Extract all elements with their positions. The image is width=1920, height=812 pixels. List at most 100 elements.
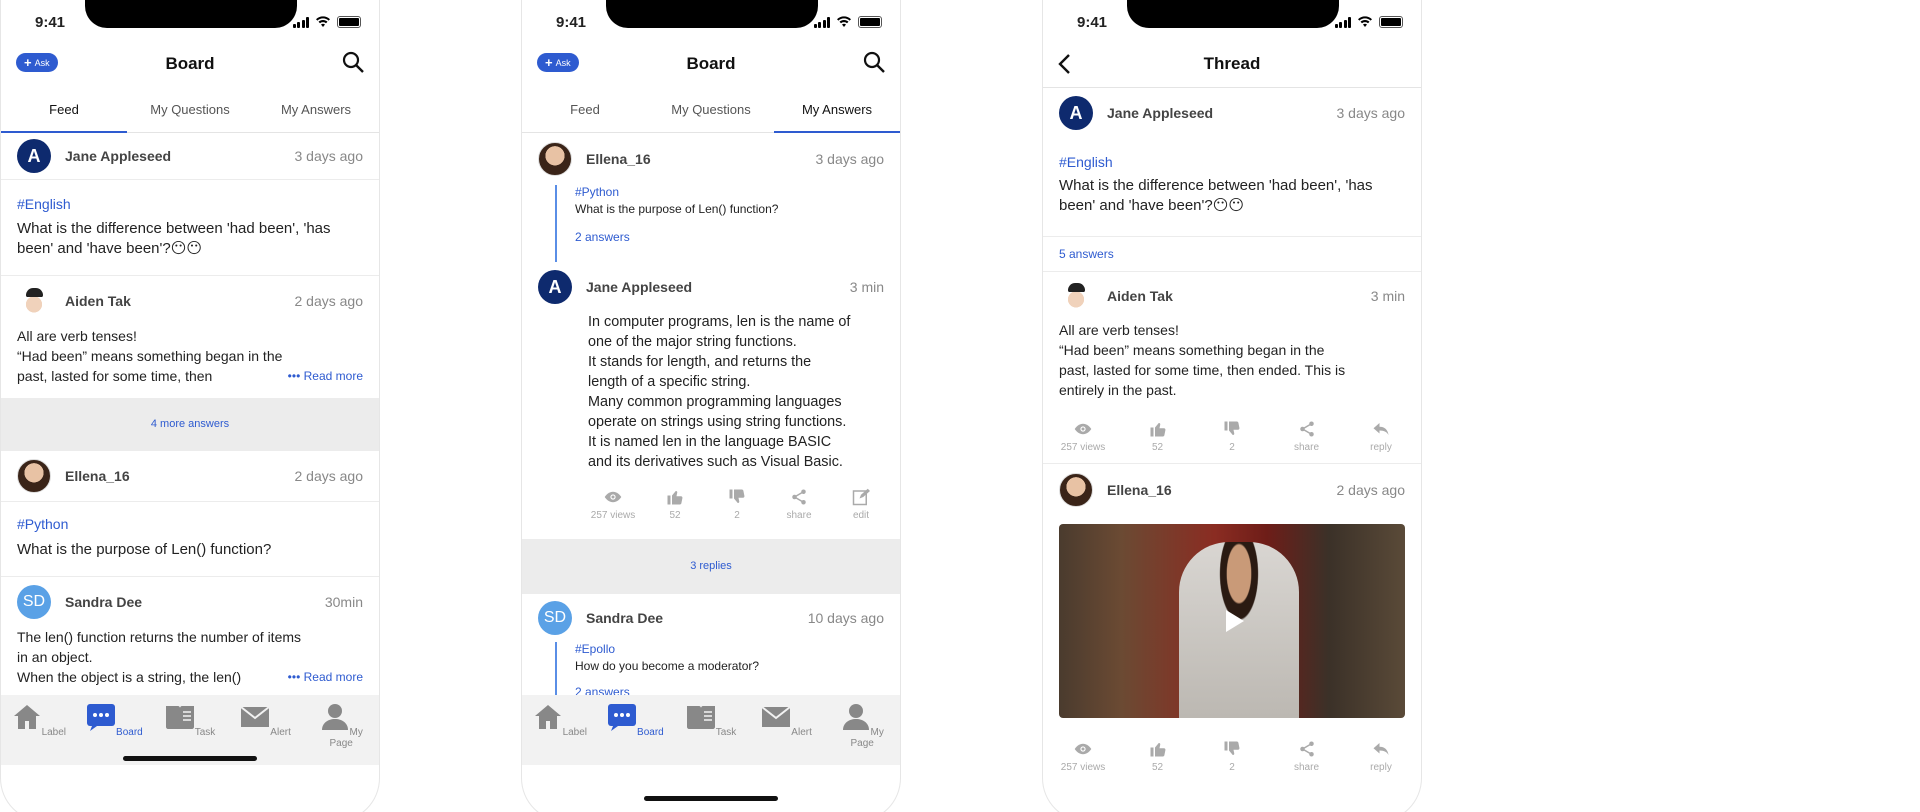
dislike-button[interactable]: 2 — [706, 488, 768, 521]
tab-my-answers[interactable]: My Answers — [253, 87, 379, 132]
read-more-link[interactable]: ••• Read more — [288, 667, 363, 687]
answers-count-link[interactable]: 2 answers — [575, 230, 900, 262]
avatar — [538, 142, 572, 176]
answer-header[interactable]: SD Sandra Dee 30min — [1, 577, 379, 627]
status-time: 9:41 — [35, 14, 66, 31]
device-notch — [85, 0, 297, 28]
like-button[interactable]: 52 — [1126, 740, 1190, 773]
question-text[interactable]: What is the purpose of Len() function? — [1, 540, 379, 560]
tab-my-answers[interactable]: My Answers — [774, 87, 900, 133]
answer-header[interactable]: Aiden Tak 2 days ago — [1, 276, 379, 326]
reply-button[interactable]: reply — [1349, 740, 1413, 773]
post-time: 3 days ago — [815, 151, 885, 167]
tab-bar: Feed My Questions My Answers — [522, 87, 900, 133]
answer-text[interactable]: All are verb tenses! “Had been” means so… — [1, 326, 379, 386]
answer-header[interactable]: A Jane Appleseed 3 min — [522, 262, 900, 312]
my-answers-list[interactable]: Ellena_16 3 days ago #Python What is the… — [522, 133, 900, 741]
avatar — [1059, 473, 1093, 507]
chat-bubble-icon — [86, 703, 116, 731]
share-button[interactable]: share — [1275, 740, 1339, 773]
user-name: Sandra Dee — [586, 610, 664, 626]
avatar: SD — [538, 601, 572, 635]
edit-button[interactable]: edit — [830, 488, 892, 521]
post-header[interactable]: A Jane Appleseed 3 days ago — [1043, 88, 1421, 138]
avatar — [1059, 279, 1093, 313]
battery-icon — [1379, 16, 1403, 28]
post-time: 10 days ago — [807, 610, 884, 626]
answer-text[interactable]: In computer programs, len is the name of… — [522, 312, 900, 472]
search-icon[interactable] — [862, 50, 886, 74]
nav-label[interactable]: Label — [9, 703, 69, 765]
post-tag[interactable]: #Python — [1, 516, 379, 532]
feed-list[interactable]: A Jane Appleseed 3 days ago #English Wha… — [1, 133, 379, 741]
answer-text[interactable]: The len() function returns the number of… — [1, 627, 379, 687]
user-name: Jane Appleseed — [65, 148, 172, 164]
nav-my-page[interactable]: My Page — [832, 703, 892, 765]
dislike-button[interactable]: 2 — [1200, 420, 1264, 453]
like-button[interactable]: 52 — [644, 488, 706, 521]
replies-button[interactable]: 3 replies — [522, 539, 900, 593]
share-button[interactable]: share — [1275, 420, 1339, 453]
dislike-button[interactable]: 2 — [1200, 740, 1264, 773]
reply-button[interactable]: reply — [1349, 420, 1413, 453]
search-icon[interactable] — [341, 50, 365, 74]
share-button[interactable]: share — [768, 488, 830, 521]
user-name: Sandra Dee — [65, 594, 143, 610]
nav-task[interactable]: Task — [681, 703, 741, 765]
home-indicator — [644, 796, 778, 801]
video-player[interactable] — [1059, 524, 1405, 718]
post-tag[interactable]: #Python — [575, 185, 900, 199]
post-header[interactable]: A Jane Appleseed 3 days ago — [1, 133, 379, 179]
like-button[interactable]: 52 — [1126, 420, 1190, 453]
answers-count-link[interactable]: 5 answers — [1043, 237, 1421, 271]
thread-content[interactable]: A Jane Appleseed 3 days ago #English Wha… — [1043, 88, 1421, 812]
app-header: Thread — [1043, 46, 1421, 88]
answer-time: 3 min — [849, 279, 884, 295]
views-counter[interactable]: 257 views — [1051, 740, 1115, 773]
answer-header[interactable]: Aiden Tak 3 min — [1043, 272, 1421, 320]
question-quote[interactable]: #Epollo How do you become a moderator? 2… — [555, 642, 900, 699]
eye-icon — [1073, 740, 1093, 758]
avatar — [17, 459, 51, 493]
bottom-nav: Label Board Task Alert My Page — [522, 695, 900, 765]
tab-feed[interactable]: Feed — [1, 87, 127, 133]
tab-my-questions[interactable]: My Questions — [127, 87, 253, 132]
post-header[interactable]: Ellena_16 2 days ago — [1, 451, 379, 501]
post-time: 3 days ago — [1336, 105, 1406, 121]
chat-bubble-icon — [607, 703, 637, 731]
thumbs-down-icon — [1222, 420, 1242, 438]
signal-icon — [1334, 16, 1351, 28]
nav-my-page[interactable]: My Page — [311, 703, 371, 765]
answer-time: 2 days ago — [1336, 482, 1406, 498]
user-name: Ellena_16 — [586, 151, 651, 167]
page-title: Board — [165, 54, 215, 73]
read-more-link[interactable]: ••• Read more — [288, 366, 363, 386]
play-icon[interactable] — [1226, 610, 1244, 632]
question-text[interactable]: What is the difference between 'had been… — [1, 219, 379, 259]
nav-label[interactable]: Label — [530, 703, 590, 765]
post-tag[interactable]: #Epollo — [575, 642, 900, 656]
post-tag[interactable]: #English — [1043, 154, 1421, 170]
views-counter[interactable]: 257 views — [1051, 420, 1115, 453]
device-notch — [606, 0, 818, 28]
answer-time: 3 min — [1370, 288, 1405, 304]
question-quote[interactable]: #Python What is the purpose of Len() fun… — [555, 185, 900, 262]
post-tag[interactable]: #English — [1, 196, 379, 212]
tab-my-questions[interactable]: My Questions — [648, 87, 774, 132]
answer-header[interactable]: Ellena_16 2 days ago — [1043, 464, 1421, 516]
thumbs-up-icon — [1148, 420, 1168, 438]
post-header[interactable]: SD Sandra Dee 10 days ago — [522, 594, 900, 642]
share-icon — [1297, 740, 1317, 758]
nav-board[interactable]: Board — [605, 703, 665, 765]
book-icon — [165, 703, 195, 731]
battery-icon — [337, 16, 361, 28]
tab-feed[interactable]: Feed — [522, 87, 648, 132]
views-counter[interactable]: 257 views — [582, 488, 644, 521]
more-answers-button[interactable]: 4 more answers — [1, 398, 379, 450]
share-icon — [789, 488, 809, 506]
thumbs-up-icon — [1148, 740, 1168, 758]
nav-alert[interactable]: Alert — [757, 703, 817, 765]
question-text: How do you become a moderator? — [575, 659, 760, 673]
phone-board-my-answers: 9:41 + Ask Board Feed My Questions My Ans… — [521, 0, 901, 812]
post-header[interactable]: Ellena_16 3 days ago — [522, 133, 900, 185]
